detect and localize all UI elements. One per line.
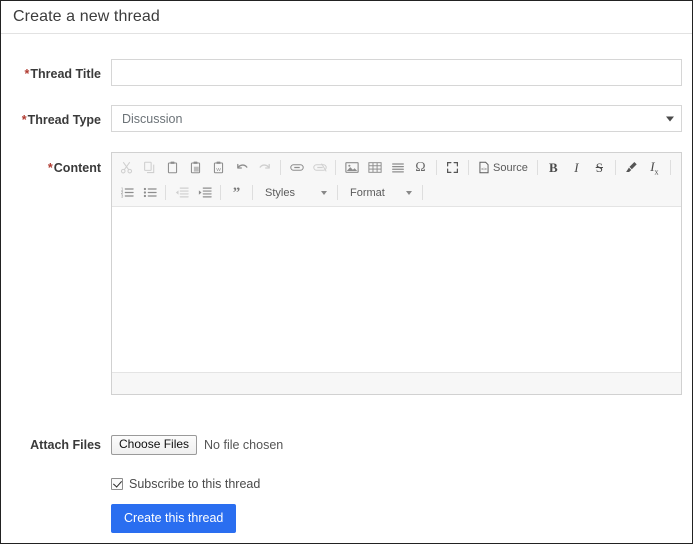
editor-toolbar-row-1: W Ω <> Source B I S Ix <box>115 155 678 180</box>
subscribe-field-wrap: Subscribe to this thread <box>111 477 692 491</box>
strikethrough-glyph: S <box>595 159 603 175</box>
required-marker: * <box>47 161 53 175</box>
form-row-submit: Create this thread <box>1 504 692 533</box>
toolbar-separator <box>280 160 281 175</box>
file-chosen-status: No file chosen <box>204 438 284 452</box>
copy-icon[interactable] <box>139 157 160 178</box>
submit-field-wrap: Create this thread <box>111 504 692 533</box>
thread-title-input[interactable] <box>111 59 682 86</box>
toolbar-separator <box>335 160 336 175</box>
horizontal-rule-icon[interactable] <box>387 157 408 178</box>
styles-dropdown[interactable]: Styles <box>259 183 331 203</box>
table-icon[interactable] <box>364 157 385 178</box>
subscript-icon[interactable]: Ix <box>644 157 665 178</box>
attach-files-label: Attach Files <box>30 438 101 452</box>
create-thread-button[interactable]: Create this thread <box>111 504 237 533</box>
form-row-content: *Content W Ω <> Source B I S Ix 1 2 3 ” … <box>1 152 692 395</box>
subscribe-checkbox-row[interactable]: Subscribe to this thread <box>111 477 682 491</box>
toolbar-separator <box>337 185 338 200</box>
bulleted-list-icon[interactable] <box>139 182 160 203</box>
styles-dropdown-label: Styles <box>265 186 295 199</box>
thread-type-label: *Thread Type <box>1 105 111 128</box>
thread-title-field-wrap <box>111 59 692 86</box>
special-character-icon[interactable]: Ω <box>410 157 431 178</box>
attach-files-field-wrap: Choose Files No file chosen <box>111 435 692 455</box>
toolbar-separator <box>436 160 437 175</box>
chevron-down-icon <box>321 190 327 195</box>
rich-text-editor: W Ω <> Source B I S Ix 1 2 3 ” Styles Fo… <box>111 152 682 395</box>
italic-icon[interactable]: I <box>566 157 587 178</box>
paste-word-icon[interactable]: W <box>208 157 229 178</box>
strikethrough-icon[interactable]: S <box>589 157 610 178</box>
editor-toolbar-row-2: 1 2 3 ” Styles Format <box>115 180 678 205</box>
thread-type-selected-value[interactable]: Discussion <box>111 105 682 132</box>
format-dropdown[interactable]: Format <box>344 183 416 203</box>
content-label: *Content <box>1 152 111 176</box>
choose-files-button[interactable]: Choose Files <box>111 435 198 455</box>
toolbar-separator <box>220 185 221 200</box>
redo-icon[interactable] <box>254 157 275 178</box>
required-marker: * <box>21 113 27 127</box>
page-header: Create a new thread <box>1 1 692 34</box>
unlink-icon[interactable] <box>309 157 330 178</box>
source-button-label: Source <box>493 161 528 174</box>
toolbar-separator <box>669 160 671 175</box>
svg-text:W: W <box>216 167 221 173</box>
thread-type-label-text: Thread Type <box>27 113 101 127</box>
toolbar-separator <box>614 160 616 175</box>
editor-status-bar <box>112 372 681 394</box>
subscript-glyph: Ix <box>650 158 659 177</box>
required-marker: * <box>24 67 30 81</box>
create-thread-page: Create a new thread *Thread Title *Threa… <box>0 0 693 544</box>
svg-text:<>: <> <box>481 166 487 172</box>
link-icon[interactable] <box>286 157 307 178</box>
remove-format-icon[interactable] <box>621 157 642 178</box>
blockquote-glyph: ” <box>232 184 241 201</box>
paste-icon[interactable] <box>162 157 183 178</box>
chevron-down-icon <box>666 116 674 121</box>
toolbar-separator <box>422 185 423 200</box>
form-row-thread-title: *Thread Title <box>1 59 692 86</box>
source-button[interactable]: <> Source <box>474 158 532 178</box>
create-thread-form: *Thread Title *Thread Type Discussion *C… <box>1 59 692 533</box>
undo-icon[interactable] <box>231 157 252 178</box>
chevron-down-icon <box>406 190 412 195</box>
form-row-thread-type: *Thread Type Discussion <box>1 105 692 132</box>
italic-glyph: I <box>574 159 579 175</box>
increase-indent-icon[interactable] <box>194 182 215 203</box>
content-field-wrap: W Ω <> Source B I S Ix 1 2 3 ” Styles Fo… <box>111 152 692 395</box>
cut-icon[interactable] <box>116 157 137 178</box>
toolbar-separator <box>536 160 538 175</box>
subscribe-checkbox[interactable] <box>111 478 123 490</box>
thread-title-label: *Thread Title <box>1 59 111 82</box>
bold-icon[interactable]: B <box>543 157 564 178</box>
editor-toolbar: W Ω <> Source B I S Ix 1 2 3 ” Styles Fo… <box>112 153 681 207</box>
maximize-icon[interactable] <box>442 157 463 178</box>
decrease-indent-icon[interactable] <box>171 182 192 203</box>
thread-type-field-wrap: Discussion <box>111 105 692 132</box>
content-label-text: Content <box>53 161 101 175</box>
image-icon[interactable] <box>341 157 362 178</box>
format-dropdown-label: Format <box>350 186 385 199</box>
page-title: Create a new thread <box>13 8 160 25</box>
editor-content-area[interactable] <box>112 207 681 372</box>
form-row-attach-files: Attach Files Choose Files No file chosen <box>1 435 692 455</box>
paste-text-icon[interactable] <box>185 157 206 178</box>
bold-glyph: B <box>549 159 558 175</box>
blockquote-icon[interactable]: ” <box>226 182 247 203</box>
thread-title-label-text: Thread Title <box>30 67 101 81</box>
toolbar-separator <box>252 185 253 200</box>
file-input-row: Choose Files No file chosen <box>111 435 682 455</box>
toolbar-separator <box>468 160 469 175</box>
numbered-list-icon[interactable]: 1 2 3 <box>116 182 137 203</box>
form-row-subscribe: Subscribe to this thread <box>1 477 692 491</box>
special-character-glyph: Ω <box>415 159 426 175</box>
svg-text:3: 3 <box>120 193 123 198</box>
thread-type-select[interactable]: Discussion <box>111 105 682 132</box>
subscribe-checkbox-label[interactable]: Subscribe to this thread <box>129 477 260 491</box>
toolbar-separator <box>165 185 166 200</box>
